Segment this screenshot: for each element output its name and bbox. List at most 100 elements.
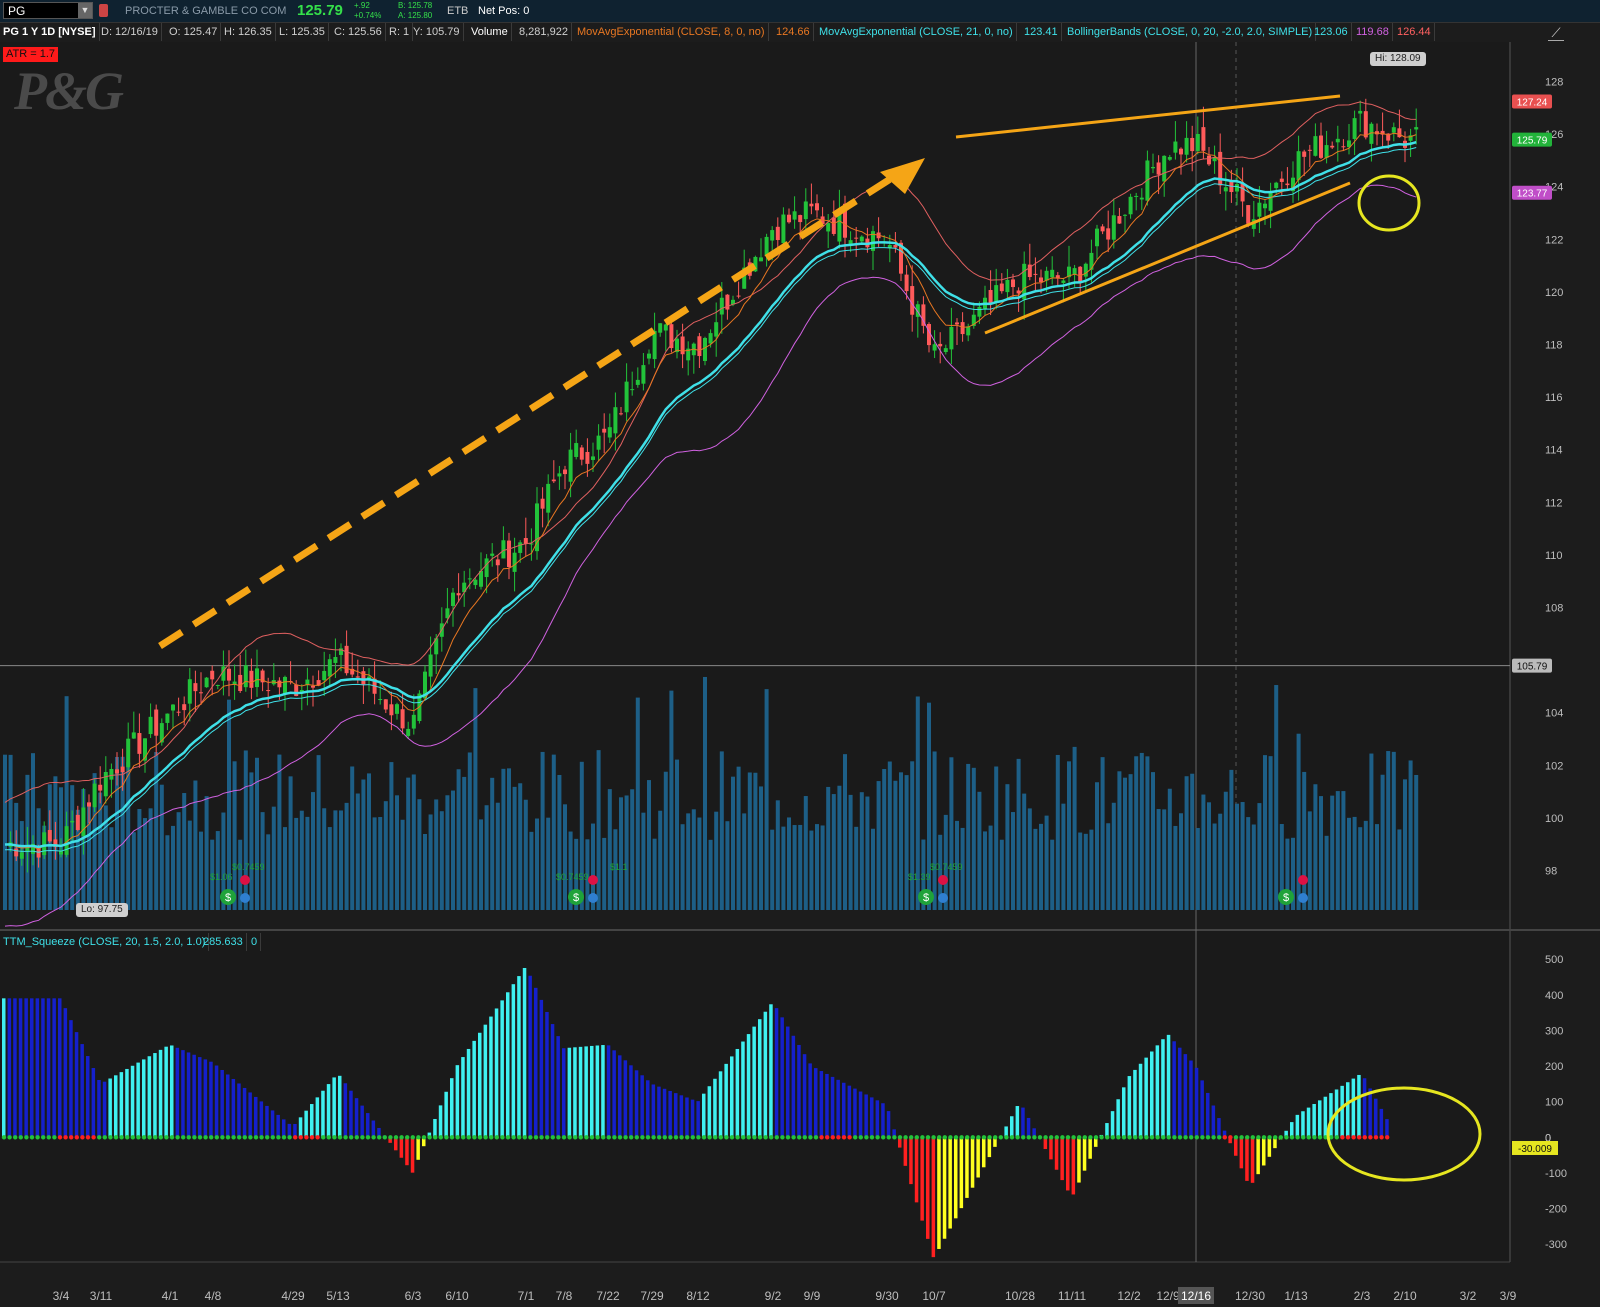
symbol-input[interactable]: PG ▼ [3, 2, 93, 19]
squeeze-bar [741, 1041, 745, 1138]
volume-bar [518, 783, 523, 910]
bar-open: O: 125.47 [166, 23, 222, 41]
squeeze-bar [1374, 1098, 1378, 1138]
info-icon [588, 893, 598, 903]
squeeze-bar [254, 1096, 258, 1138]
drawing-tool-icon[interactable]: ⟋ [1548, 26, 1564, 41]
squeeze-bar [360, 1105, 364, 1138]
volume-bar [467, 752, 472, 910]
crosshair-date-text: 12/16 [1181, 1289, 1211, 1303]
squeeze-dot [836, 1135, 841, 1140]
chevron-down-icon[interactable]: ▼ [78, 3, 92, 18]
squeeze-dot [668, 1135, 673, 1140]
squeeze-bar [58, 998, 62, 1138]
squeeze-bar [1166, 1034, 1171, 1138]
squeeze-bar [836, 1079, 840, 1138]
squeeze-dot [819, 1135, 824, 1140]
squeeze-bar [926, 1137, 930, 1239]
candle-body [92, 783, 97, 808]
squeeze-dot [774, 1135, 779, 1140]
candle-body [1341, 146, 1346, 148]
candle-body [507, 540, 511, 568]
squeeze-bar [478, 1032, 482, 1138]
candle-body [1352, 118, 1357, 139]
candle-body [792, 211, 797, 220]
squeeze-bar [1172, 1041, 1176, 1138]
symbol-value[interactable]: PG [8, 4, 25, 18]
volume-bar [199, 831, 203, 910]
squeeze-bar [976, 1137, 980, 1178]
volume-bar [64, 696, 69, 910]
squeeze-dot [24, 1135, 29, 1140]
squeeze-bar [920, 1137, 924, 1221]
squeeze-bar [1351, 1078, 1356, 1138]
squeeze-dot [1245, 1135, 1250, 1140]
squeeze-bar [791, 1035, 796, 1138]
squeeze-bar [758, 1019, 762, 1138]
squeeze-bar [606, 1045, 611, 1138]
squeeze-bar [18, 998, 23, 1138]
volume-bar [887, 761, 892, 910]
volume-bar [137, 808, 142, 910]
candle-body [563, 469, 567, 475]
candle-body [109, 768, 114, 780]
ema8-label[interactable]: MovAvgExponential (CLOSE, 8, 0, no) [574, 23, 769, 41]
squeeze-dot [360, 1135, 365, 1140]
candle-body [775, 226, 780, 241]
candle-body [999, 283, 1004, 292]
candle-body [1324, 145, 1329, 158]
etb-label: ETB [447, 5, 469, 17]
squeeze-dot [270, 1135, 275, 1140]
squeeze-dot [1144, 1135, 1149, 1140]
chart-title[interactable]: PG 1 Y 1D [NYSE] [0, 23, 100, 41]
squeeze-dot [976, 1135, 981, 1140]
squeeze-dot [343, 1135, 348, 1140]
ema21-label[interactable]: MovAvgExponential (CLOSE, 21, 0, no) [816, 23, 1017, 41]
squeeze-dot [886, 1135, 891, 1140]
squeeze-bar [1077, 1137, 1081, 1183]
squeeze-dot [1099, 1135, 1104, 1140]
squeeze-bar [1250, 1137, 1255, 1183]
candle-body [395, 704, 399, 714]
y-tick-label: 104 [1545, 708, 1563, 720]
volume-bar [395, 795, 399, 910]
squeeze-bar [1262, 1137, 1266, 1166]
candle-body [1274, 182, 1279, 189]
candle-body [831, 217, 836, 234]
volume-bar [994, 766, 999, 910]
squeeze-bar [1183, 1054, 1188, 1138]
dividend-icon-glyph: $ [923, 892, 929, 904]
squeeze-bar [466, 1048, 471, 1138]
squeeze-dot [1345, 1135, 1351, 1140]
volume-bar [557, 774, 562, 910]
squeeze-bar [1295, 1114, 1300, 1138]
squeeze-dot [1373, 1135, 1379, 1140]
squeeze-bar [612, 1050, 616, 1138]
squeeze-dot [1133, 1135, 1138, 1140]
link-icon[interactable] [99, 4, 108, 17]
candle-body [960, 322, 965, 335]
candle-body [19, 852, 24, 859]
volume-bar [1022, 793, 1027, 910]
squeeze-label[interactable]: TTM_Squeeze (CLOSE, 20, 1.5, 2.0, 1.0) [0, 933, 210, 951]
bollinger-label[interactable]: BollingerBands (CLOSE, 0, 20, -2.0, 2.0,… [1064, 23, 1317, 41]
squeeze-dot [511, 1135, 516, 1140]
squeeze-bar [802, 1054, 807, 1138]
squeeze-dot [1362, 1135, 1368, 1140]
squeeze-bar [567, 1047, 572, 1138]
squeeze-dot [1183, 1135, 1188, 1140]
x-tick-label: 12/30 [1235, 1289, 1265, 1303]
price-badge-text: 105.79 [1517, 662, 1548, 673]
squeeze-dot [780, 1135, 785, 1140]
volume-bar [1083, 833, 1088, 910]
volume-bar [764, 689, 769, 910]
x-tick-label: 7/22 [596, 1289, 620, 1303]
volume-bar [725, 821, 730, 910]
squeeze-bar [1206, 1092, 1210, 1138]
volume-bar [3, 754, 7, 910]
squeeze-dot [74, 1135, 80, 1140]
chart-canvas[interactable]: 3/4 3/11 4/1 4/8 4/29 5/13 6/3 6/10 7/1 7/8 7/22 7/… [0, 0, 1600, 1307]
squeeze-dot [332, 1135, 337, 1140]
squeeze-y-tick-label: -100 [1545, 1168, 1567, 1180]
squeeze-dot [679, 1135, 684, 1140]
